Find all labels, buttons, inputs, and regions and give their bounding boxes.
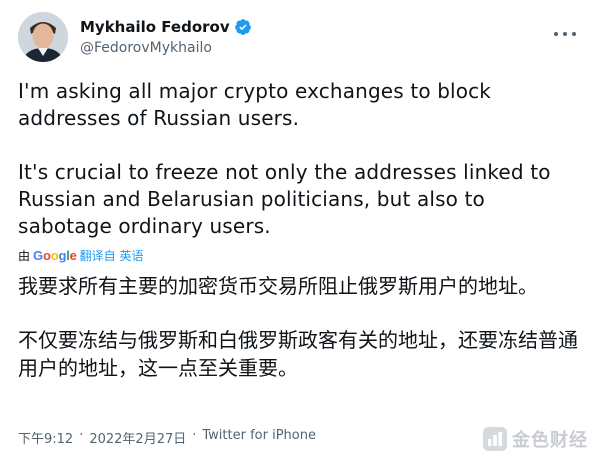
meta-separator: ·: [192, 428, 197, 443]
tweet-text: I'm asking all major crypto exchanges to…: [18, 78, 584, 240]
translated-text: 我要求所有主要的加密货币交易所阻止俄罗斯用户的地址。 不仅要冻结与俄罗斯和白俄罗…: [18, 272, 584, 382]
translated-paragraph-2: 不仅要冻结与俄罗斯和白俄罗斯政客有关的地址，还要冻结普通用户的地址，这一点至关重…: [18, 328, 578, 380]
more-options-icon[interactable]: [552, 24, 578, 42]
tweet-time[interactable]: 下午9:12: [18, 428, 73, 447]
google-logo: Google: [33, 247, 77, 263]
avatar[interactable]: [18, 12, 68, 62]
watermark: 金色财经: [482, 426, 588, 452]
meta-separator: ·: [79, 428, 84, 443]
watermark-logo-icon: [483, 427, 507, 451]
tweet-paragraph-2: It's crucial to freeze not only the addr…: [18, 160, 551, 238]
translation-prefix: 由: [18, 248, 31, 263]
translation-label[interactable]: 翻译自 英语: [80, 247, 144, 264]
translated-paragraph-1: 我要求所有主要的加密货币交易所阻止俄罗斯用户的地址。: [18, 274, 538, 298]
display-name[interactable]: Mykhailo Fedorov: [80, 17, 252, 37]
tweet-header: Mykhailo Fedorov @FedorovMykhailo: [18, 10, 582, 66]
user-handle[interactable]: @FedorovMykhailo: [80, 38, 252, 58]
translation-attribution[interactable]: 由 Google 翻译自 英语: [18, 246, 143, 264]
verified-badge-icon: [234, 19, 251, 35]
tweet-date[interactable]: 2022年2月27日: [89, 428, 186, 447]
tweet-paragraph-1: I'm asking all major crypto exchanges to…: [18, 79, 492, 130]
watermark-text: 金色财经: [512, 430, 588, 451]
display-name-text[interactable]: Mykhailo Fedorov: [80, 17, 230, 37]
tweet-source: Twitter for iPhone: [202, 428, 316, 443]
tweet-meta: 下午9:12 · 2022年2月27日 · Twitter for iPhone: [18, 428, 316, 447]
